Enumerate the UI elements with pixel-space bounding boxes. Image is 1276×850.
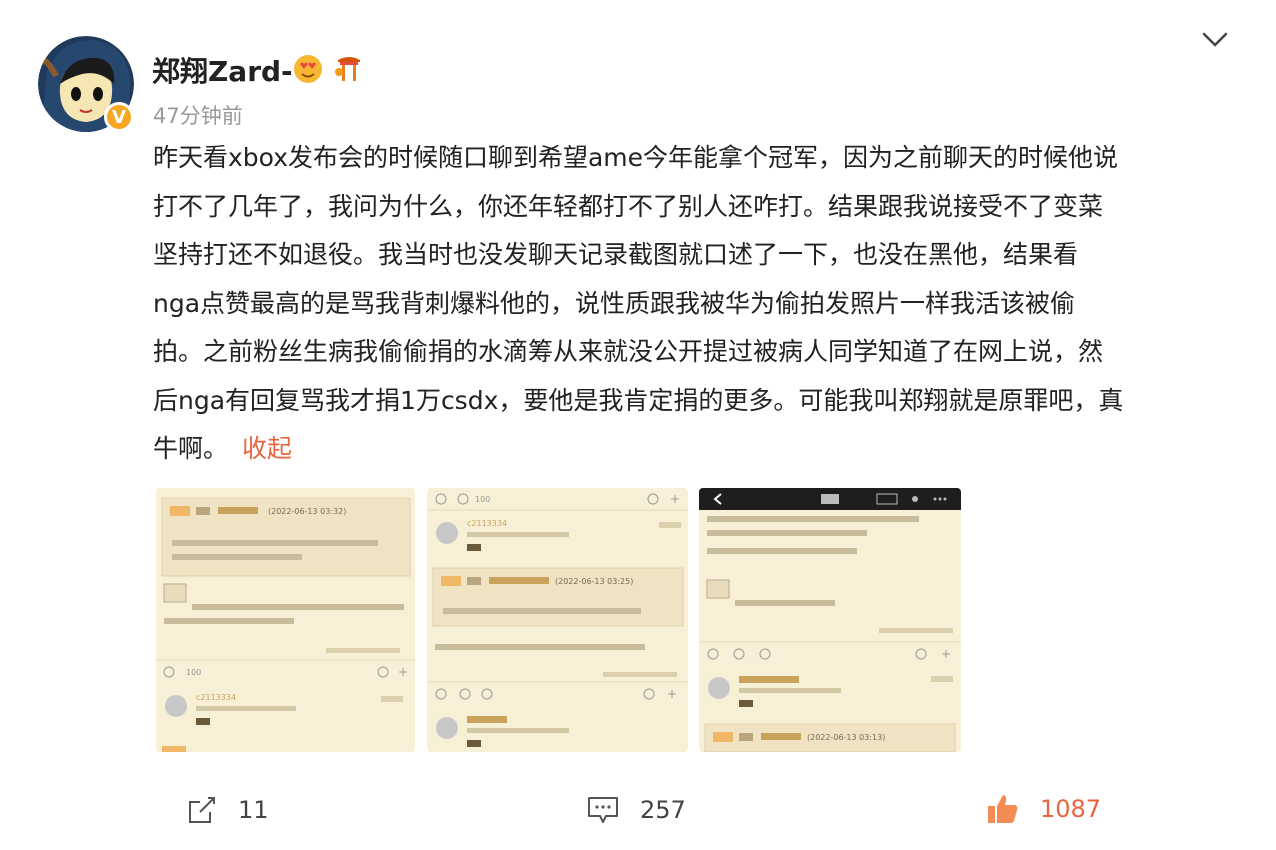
img2-top-count: 100 <box>475 495 490 504</box>
img1-username: c2113334 <box>196 693 236 702</box>
share-button[interactable]: 11 <box>186 794 269 826</box>
svg-text:+: + <box>670 492 680 506</box>
svg-text:+: + <box>667 687 677 701</box>
author-name[interactable]: 郑翔Zard- <box>152 50 293 90</box>
comment-count: 257 <box>640 796 686 824</box>
post-body: 昨天看xbox发布会的时候随口聊到希望ame今年能拿个冠军，因为之前聊天的时候他… <box>153 134 1243 474</box>
user-badges <box>292 52 364 84</box>
heart-eyes-badge-icon <box>294 55 322 83</box>
screenshot-image-3[interactable]: + (2022-06-13 03:13) <box>699 488 961 752</box>
img1-date: (2022-06-13 03:32) <box>268 507 346 516</box>
post-timestamp[interactable]: 47分钟前 <box>153 100 243 130</box>
action-bar: 11 257 1087 <box>0 790 1276 830</box>
svg-text:+: + <box>941 647 951 661</box>
share-count: 11 <box>238 796 269 824</box>
post-line: 牛啊。 <box>153 434 229 463</box>
like-icon <box>988 795 1018 823</box>
post-line: 昨天看xbox发布会的时候随口聊到希望ame今年能拿个冠军，因为之前聊天的时候他… <box>153 143 1119 172</box>
chevron-down-icon[interactable] <box>1198 26 1232 54</box>
svg-text:100: 100 <box>186 668 201 677</box>
post-line: 打不了几年了，我问为什么，你还年轻都打不了别人还咋打。结果跟我说接受不了变菜 <box>153 191 1104 221</box>
screenshot-image-2[interactable]: 100 + c2113334 (2022-06-13 03:25) + <box>427 488 688 752</box>
share-icon <box>189 797 215 823</box>
post-line: 拍。之前粉丝生病我偷偷捐的水滴筹从来就没公开提过被病人同学知道了在网上说，然 <box>153 337 1104 366</box>
post-line: nga点赞最高的是骂我背刺爆料他的，说性质跟我被华为偷拍发照片一样我活该被偷 <box>153 288 1076 318</box>
img2-username: c2113334 <box>467 519 507 528</box>
post-line: 后nga有回复骂我才捐1万csdx，要他是我肯定捐的更多。可能我叫郑翔就是原罪吧… <box>153 385 1124 415</box>
screenshot-image-1[interactable]: (2022-06-13 03:32) 100 + c2113334 <box>156 488 415 752</box>
comment-icon <box>588 797 618 823</box>
comment-button[interactable]: 257 <box>586 794 686 826</box>
post-line: 坚持打还不如退役。我当时也没发聊天记录截图就口述了一下，也没在黑他，结果看 <box>153 240 1079 269</box>
like-count: 1087 <box>1040 795 1102 823</box>
like-button[interactable]: 1087 <box>986 792 1101 826</box>
img3-date: (2022-06-13 03:13) <box>807 733 885 742</box>
verified-icon: V <box>104 102 134 132</box>
shrine-badge-icon <box>335 57 360 81</box>
svg-text:+: + <box>398 665 408 679</box>
post-line-last: 牛啊。 收起 <box>153 425 1243 474</box>
img2-date: (2022-06-13 03:25) <box>555 577 633 586</box>
collapse-link[interactable]: 收起 <box>242 434 292 463</box>
